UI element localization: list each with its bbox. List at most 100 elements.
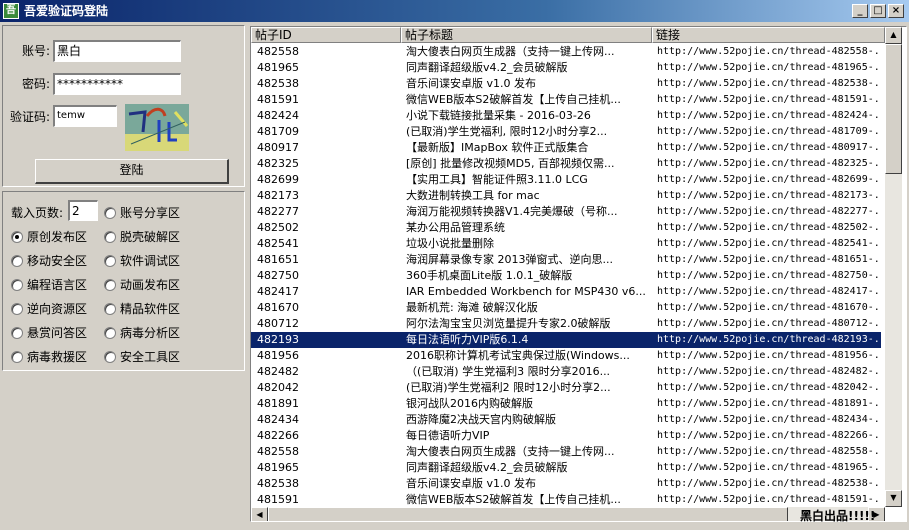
table-row[interactable]: 482277 海润万能视频转换器V1.4完美爆破（号称... http://www.… <box>251 204 881 220</box>
radio-button <box>104 303 116 315</box>
radio-software-debug[interactable]: 软件调试区 <box>104 254 180 268</box>
cell-link: http://www.52pojie.cn/thread-482558-... <box>657 46 881 57</box>
table-row[interactable]: 480712 阿尔法淘宝宝贝浏览量提升专家2.0破解版 http://www.52p… <box>251 316 881 332</box>
close-button[interactable]: × <box>888 4 904 18</box>
table-row[interactable]: 482042 (已取消)学生党福利2 限时12小时分享2... http://www… <box>251 380 881 396</box>
radio-button <box>104 327 116 339</box>
radio-animation[interactable]: 动画发布区 <box>104 278 180 292</box>
scroll-left-icon[interactable]: ◀ <box>251 507 268 521</box>
radio-reverse-resources[interactable]: 逆向资源区 <box>11 302 87 316</box>
cell-id: 482173 <box>257 189 299 202</box>
pages-input[interactable]: 2 <box>68 200 98 221</box>
table-row[interactable]: 482417 IAR Embedded Workbench for MSP430 … <box>251 284 881 300</box>
account-input[interactable]: 黑白 <box>53 40 181 62</box>
status-text: 黑白出品!!!!! <box>800 509 876 523</box>
password-input[interactable]: *********** <box>53 73 181 95</box>
radio-virus-rescue[interactable]: 病毒救援区 <box>11 350 87 364</box>
table-row[interactable]: 481891 银河战队2016内购破解版 http://www.52pojie.cn… <box>251 396 881 412</box>
cell-title: 海润屏幕录像专家 2013弹窗式、逆向思... <box>406 253 613 266</box>
table-row[interactable]: 482699 【实用工具】智能证件照3.11.0 LCG http://www.52… <box>251 172 881 188</box>
cell-id: 481956 <box>257 349 299 362</box>
table-row[interactable]: 482424 小说下载链接批量采集 - 2016-03-26 http://www.… <box>251 108 881 124</box>
cell-title: 西游降魔2决战天宫内购破解版 <box>406 413 556 426</box>
cell-id: 482502 <box>257 221 299 234</box>
cell-link: http://www.52pojie.cn/thread-482193-... <box>657 334 881 345</box>
account-label: 账号: <box>22 44 51 58</box>
table-row[interactable]: 482538 音乐间谍安卓版 v1.0 发布 http://www.52pojie.… <box>251 476 881 492</box>
captcha-image[interactable] <box>125 104 189 151</box>
table-row[interactable]: 481670 最新机荒: 海滩 破解汉化版 http://www.52pojie.c… <box>251 300 881 316</box>
cell-title: 每日法语听力VIP版6.1.4 <box>406 333 529 346</box>
table-row[interactable]: 481965 同声翻译超级版v4.2_会员破解版 http://www.52poji… <box>251 60 881 76</box>
radio-original-release[interactable]: 原创发布区 <box>11 230 87 244</box>
table-row[interactable]: 481651 海润屏幕录像专家 2013弹窗式、逆向思... http://www.… <box>251 252 881 268</box>
captcha-input[interactable]: temw <box>53 105 117 127</box>
cell-link: http://www.52pojie.cn/thread-482541-... <box>657 238 881 249</box>
cell-title: 某办公用品管理系统 <box>406 221 505 234</box>
vertical-scrollbar[interactable]: ▲ ▼ <box>885 27 902 507</box>
table-row[interactable]: 482325 [原创] 批量修改视频MD5, 百部视频仅需... http://ww… <box>251 156 881 172</box>
minimize-button[interactable]: _ <box>852 4 868 18</box>
table-row[interactable]: 482193 每日法语听力VIP版6.1.4 http://www.52pojie.… <box>251 332 881 348</box>
cell-id: 482417 <box>257 285 299 298</box>
column-header-title[interactable]: 帖子标题 <box>401 27 652 43</box>
cell-id: 482482 <box>257 365 299 378</box>
radio-bounty-qa[interactable]: 悬赏问答区 <box>11 326 87 340</box>
cell-link: http://www.52pojie.cn/thread-480917-... <box>657 142 881 153</box>
table-row[interactable]: 480917 【最新版】IMapBox 软件正式版集合 http://www.52p… <box>251 140 881 156</box>
radio-programming[interactable]: 编程语言区 <box>11 278 87 292</box>
table-row[interactable]: 482173 大数进制转换工具 for mac http://www.52pojie… <box>251 188 881 204</box>
table-row[interactable]: 481591 微信WEB版本S2破解首发【上传自己挂机... http://www.… <box>251 92 881 108</box>
post-list[interactable]: 帖子ID 帖子标题 链接 482558 淘大傻表白网页生成器（支持一键上传网...… <box>250 26 907 522</box>
cell-title: IAR Embedded Workbench for MSP430 v6... <box>406 285 646 298</box>
horizontal-scrollbar[interactable]: ◀ ▶ <box>251 507 885 521</box>
radio-button <box>11 255 23 267</box>
radio-mobile-security[interactable]: 移动安全区 <box>11 254 87 268</box>
table-row[interactable]: 482558 淘大傻表白网页生成器（支持一键上传网... http://www.52… <box>251 44 881 60</box>
cell-id: 482424 <box>257 109 299 122</box>
cell-id: 481591 <box>257 93 299 106</box>
table-row[interactable]: 482434 西游降魔2决战天宫内购破解版 http://www.52pojie.c… <box>251 412 881 428</box>
cell-id: 481965 <box>257 461 299 474</box>
table-row[interactable]: 482266 每日德语听力VIP http://www.52pojie.cn/thr… <box>251 428 881 444</box>
table-row[interactable]: 481956 2016职称计算机考试宝典保过版(Windows... http://… <box>251 348 881 364</box>
scroll-thumb[interactable] <box>885 44 902 174</box>
cell-id: 481965 <box>257 61 299 74</box>
table-row[interactable]: 482502 某办公用品管理系统 http://www.52pojie.cn/thr… <box>251 220 881 236</box>
scroll-up-icon[interactable]: ▲ <box>885 27 902 44</box>
column-header-link[interactable]: 链接 <box>652 27 885 43</box>
scroll-down-icon[interactable]: ▼ <box>885 490 902 507</box>
cell-id: 481891 <box>257 397 299 410</box>
hscroll-thumb[interactable] <box>268 507 788 521</box>
radio-account-share[interactable]: 账号分享区 <box>104 206 180 220</box>
cell-link: http://www.52pojie.cn/thread-481965-... <box>657 62 881 73</box>
radio-unpack-crack[interactable]: 脱壳破解区 <box>104 230 180 244</box>
table-row[interactable]: 482482 （(已取消) 学生党福利3 限时分享2016... http://ww… <box>251 364 881 380</box>
cell-link: http://www.52pojie.cn/thread-482277-... <box>657 206 881 217</box>
table-row[interactable]: 481591 微信WEB版本S2破解首发【上传自己挂机... http://www.… <box>251 492 881 508</box>
cell-id: 482538 <box>257 77 299 90</box>
table-row[interactable]: 481965 同声翻译超级版v4.2_会员破解版 http://www.52poji… <box>251 460 881 476</box>
radio-security-tools[interactable]: 安全工具区 <box>104 350 180 364</box>
login-button[interactable]: 登陆 <box>35 159 229 184</box>
table-row[interactable]: 482558 淘大傻表白网页生成器（支持一键上传网... http://www.52… <box>251 444 881 460</box>
cell-id: 481670 <box>257 301 299 314</box>
cell-link: http://www.52pojie.cn/thread-482417-... <box>657 286 881 297</box>
radio-premium-software[interactable]: 精品软件区 <box>104 302 180 316</box>
maximize-button[interactable]: □ <box>870 4 886 18</box>
cell-title: [原创] 批量修改视频MD5, 百部视频仅需... <box>406 157 615 170</box>
cell-id: 481709 <box>257 125 299 138</box>
cell-title: 2016职称计算机考试宝典保过版(Windows... <box>406 349 630 362</box>
table-row[interactable]: 481709 (已取消)学生党福利, 限时12小时分享2... http://www… <box>251 124 881 140</box>
table-row[interactable]: 482538 音乐间谍安卓版 v1.0 发布 http://www.52pojie.… <box>251 76 881 92</box>
cell-id: 480712 <box>257 317 299 330</box>
cell-title: 海润万能视频转换器V1.4完美爆破（号称... <box>406 205 618 218</box>
cell-id: 482538 <box>257 477 299 490</box>
table-row[interactable]: 482750 360手机桌面Lite版 1.0.1_破解版 http://www.5… <box>251 268 881 284</box>
radio-virus-analysis[interactable]: 病毒分析区 <box>104 326 180 340</box>
column-header-id[interactable]: 帖子ID <box>251 27 401 43</box>
table-row[interactable]: 482541 垃圾小说批量删除 http://www.52pojie.cn/thre… <box>251 236 881 252</box>
cell-id: 482277 <box>257 205 299 218</box>
cell-link: http://www.52pojie.cn/thread-482699-... <box>657 174 881 185</box>
cell-id: 482434 <box>257 413 299 426</box>
